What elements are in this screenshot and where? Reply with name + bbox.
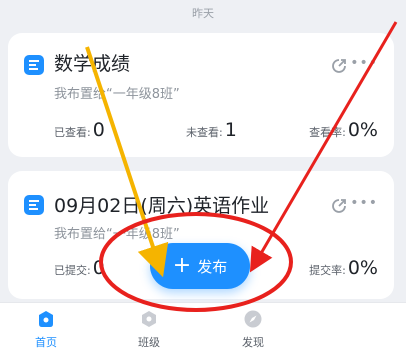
share-icon[interactable]: [330, 57, 348, 75]
stat-value: 0: [92, 257, 105, 279]
tab-class[interactable]: 班级: [119, 309, 179, 350]
stat-viewed: 已查看: 0: [54, 119, 105, 141]
tab-home[interactable]: 首页: [16, 309, 76, 350]
stat-submitted: 已提交: 0: [54, 257, 105, 279]
more-icon[interactable]: •••: [350, 196, 378, 210]
stat-label: 未查看:: [186, 126, 223, 139]
publish-label: 发布: [197, 257, 228, 276]
document-icon: [24, 195, 44, 215]
stat-view-rate: 查看率: 0%: [309, 119, 378, 141]
card-title: 数学成绩: [54, 53, 131, 75]
stat-unviewed: 未查看: 1: [186, 119, 237, 141]
discover-icon: [243, 309, 263, 329]
home-icon: [36, 309, 56, 329]
publish-button[interactable]: + 发布: [150, 243, 250, 289]
bottom-tab-bar: 首页 班级 发现: [0, 302, 406, 356]
card-subtitle: 我布置给“一年级8班”: [54, 87, 180, 102]
plus-icon: +: [172, 253, 192, 278]
stat-label: 提交率:: [309, 264, 346, 277]
stat-value: 0%: [347, 119, 378, 141]
stat-label: 已提交:: [54, 264, 91, 277]
date-header: 昨天: [192, 7, 214, 20]
tab-discover[interactable]: 发现: [223, 309, 283, 350]
share-icon[interactable]: [330, 197, 348, 215]
document-icon: [24, 55, 44, 75]
stat-label: 查看率:: [309, 126, 346, 139]
card-subtitle: 我布置给“一年级8班”: [54, 227, 180, 242]
stat-value: 0%: [347, 257, 378, 279]
stat-value: 1: [224, 119, 237, 141]
more-icon[interactable]: •••: [350, 56, 378, 70]
card-title: 09月02日(周六)英语作业: [54, 195, 270, 217]
stat-label: 已查看:: [54, 126, 91, 139]
stat-value: 0: [92, 119, 105, 141]
class-icon: [139, 309, 159, 329]
tab-label: 发现: [242, 336, 264, 349]
notice-card[interactable]: 数学成绩 我布置给“一年级8班” ••• 已查看: 0 未查看: 1 查看率: 0%: [8, 33, 394, 157]
tab-label: 首页: [35, 336, 57, 349]
stat-submit-rate: 提交率: 0%: [309, 257, 378, 279]
tab-label: 班级: [138, 336, 160, 349]
